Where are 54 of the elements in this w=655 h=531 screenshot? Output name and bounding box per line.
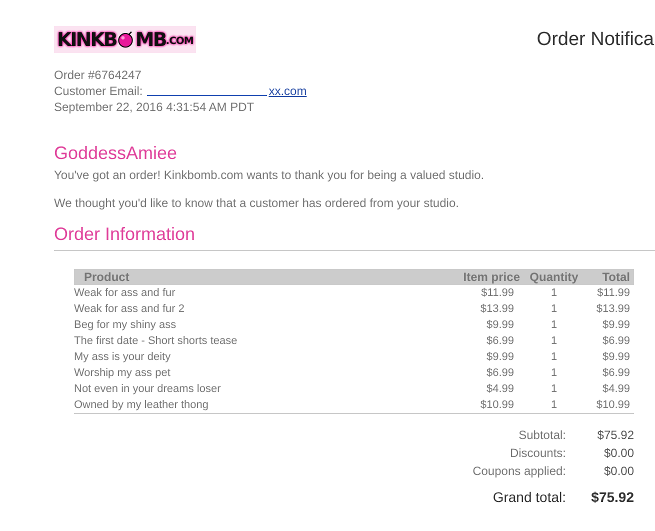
table-cell-text: $4.99 [601, 382, 631, 397]
table-cell-text: $6.99 [601, 366, 631, 381]
message-text: You've got an order! Kinkbomb.com wants to thank you for being a valued studio. [54, 168, 486, 182]
grand-total-label: Grand total: [492, 488, 566, 506]
table-cell-text: 1 [550, 318, 558, 333]
table-cell-text: $11.99 [480, 286, 515, 301]
table-cell-text: 1 [550, 382, 558, 397]
table-cell-text: Not even in your dreams loser [74, 382, 222, 397]
column-header: Item price [462, 269, 521, 285]
column-header: Total [601, 269, 631, 285]
summary-label: Coupons applied: [472, 463, 566, 480]
table-cell-text: Beg for my shiny ass [74, 318, 178, 333]
table-cell-text: 1 [550, 334, 558, 349]
message-text: We thought you'd like to know that a customer has ordered from your studio. [54, 196, 460, 210]
table-cell-text: $6.99 [601, 334, 631, 349]
order-timestamp: September 22, 2016 4:31:54 AM PDT [54, 99, 256, 115]
table-cell-text: $13.99 [595, 302, 631, 317]
table-cell-text: $6.99 [485, 366, 515, 381]
table-cell-text: $13.99 [479, 302, 515, 317]
table-cell-text: Worship my ass pet [74, 366, 172, 381]
table-cell-text: 1 [550, 366, 558, 381]
section-title: Order Information [54, 224, 196, 245]
studio-name: GoddessAmiee [54, 143, 178, 164]
order-number: Order #6764247 [54, 67, 142, 83]
summary-label: Discounts: [510, 445, 566, 462]
summary-value: $0.00 [602, 463, 634, 480]
column-header: Product [83, 269, 130, 285]
summary-value: $0.00 [602, 445, 634, 462]
summary-value: $75.92 [596, 427, 634, 444]
table-cell-text: Weak for ass and fur 2 [74, 302, 186, 317]
table-cell-text: $4.99 [485, 382, 515, 397]
table-cell-text: $9.99 [485, 350, 515, 365]
column-header: Quantity [528, 269, 580, 285]
table-cell-text: $9.99 [601, 350, 631, 365]
table-cell-text: 1 [550, 302, 558, 317]
email-label: Customer Email: [54, 83, 143, 99]
table-cell-text: $11.99 [596, 286, 631, 301]
table-cell-text: $9.99 [601, 318, 631, 333]
table-cell-text: 1 [550, 350, 558, 365]
table-cell-text: Weak for ass and fur [74, 286, 176, 301]
table-cell-text: $6.99 [485, 334, 515, 349]
table-cell-text: 1 [550, 286, 558, 301]
table-cell-text: My ass is your deity [74, 350, 172, 365]
table-cell-text: 1 [550, 398, 558, 413]
email-link[interactable]: xx.com [268, 83, 307, 99]
page-title: Order Notifica [536, 28, 654, 50]
table-cell-text: $10.99 [595, 398, 631, 413]
summary-label: Subtotal: [518, 427, 566, 444]
table-cell-text: $10.99 [479, 398, 515, 413]
grand-total-value: $75.92 [590, 488, 634, 506]
table-cell-text: $9.99 [485, 318, 515, 333]
table-cell-text: Owned by my leather thong [74, 398, 210, 413]
table-cell-text: The first date - Short shorts tease [74, 334, 238, 349]
logo: KINKB MB.COM [54, 26, 196, 53]
